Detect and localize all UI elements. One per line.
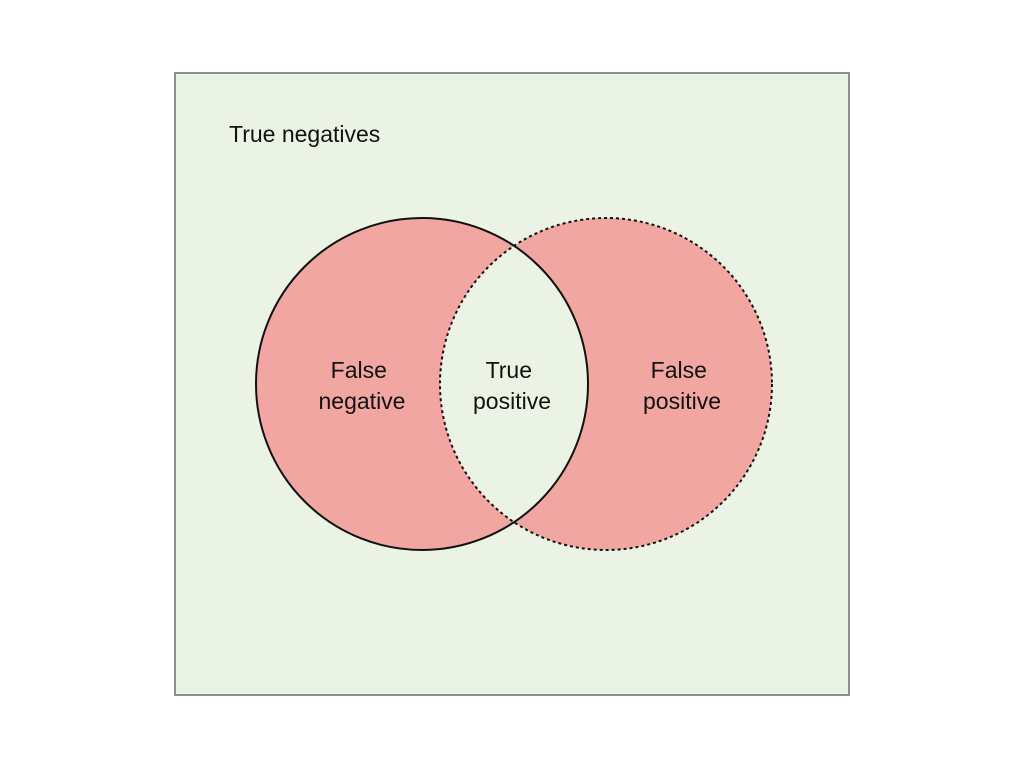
label-false-negative-line2: negative (319, 388, 406, 414)
label-false-positive-line2: positive (643, 388, 721, 414)
label-false-positive-line1: False (651, 357, 707, 383)
venn-diagram: True negatives False negative True posit… (174, 72, 850, 696)
label-false-negative-line1: False (331, 357, 387, 383)
label-true-positive-line1: True (486, 357, 532, 383)
label-true-negatives: True negatives (229, 121, 380, 147)
label-true-positive-line2: positive (473, 388, 551, 414)
